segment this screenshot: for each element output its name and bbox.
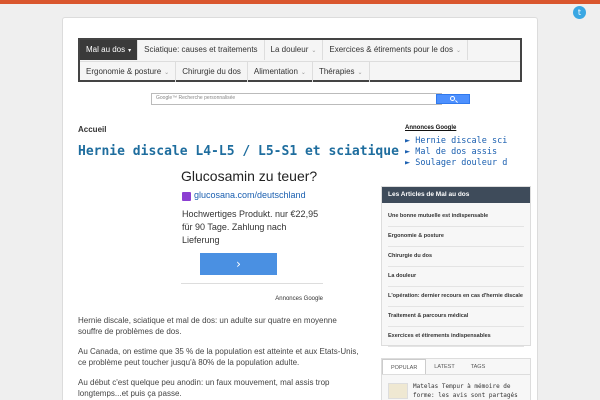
- ad-favicon-icon: [182, 192, 191, 201]
- ad-text: Hochwertiges Produkt. nur €22,95 für 90 …: [182, 209, 319, 245]
- top-accent-bar: [0, 0, 600, 4]
- search-placeholder: Google™ Recherche personnalisée: [156, 95, 236, 101]
- ad-link-label: Soulager douleur d: [415, 158, 508, 168]
- list-item[interactable]: Chirurgie du dos: [388, 247, 524, 267]
- page-container: Mal au dos ▾ Sciatique: causes et traitem…: [62, 17, 538, 400]
- ad-divider: [181, 283, 323, 284]
- arrow-right-icon: ►: [405, 147, 416, 157]
- posts-tabs-widget: POPULAR LATEST TAGS Matelas Tempur à mém…: [381, 358, 531, 400]
- breadcrumb[interactable]: Accueil: [78, 125, 106, 134]
- list-item[interactable]: Traitement & parcours médical: [388, 307, 524, 327]
- chevron-down-icon: ⌄: [456, 48, 462, 54]
- tab-latest[interactable]: LATEST: [426, 359, 462, 374]
- nav-item-label: Thérapies: [318, 67, 355, 76]
- nav-item-label: Sciatique: causes et traitements: [144, 45, 258, 54]
- nav-item-label: Exercices & étirements pour le dos: [329, 45, 453, 54]
- widget-list: Une bonne mutuelle est indispensable Erg…: [382, 203, 530, 351]
- nav-row-2: Ergonomie & posture ⌄ Chirurgie du dos Al…: [80, 61, 520, 82]
- ad-link[interactable]: ► Soulager douleur d: [405, 158, 535, 169]
- nav-item-label: La douleur: [270, 45, 309, 54]
- list-item[interactable]: La douleur: [388, 267, 524, 287]
- ad-links-heading[interactable]: Annonces Google: [405, 125, 535, 131]
- article-paragraph: Hernie discale, sciatique et mal de dos:…: [78, 316, 337, 336]
- nav-item-chirurgie[interactable]: Chirurgie du dos: [176, 62, 248, 82]
- ad-title[interactable]: Glucosamin zu teuer?: [181, 168, 317, 184]
- widget-title: Les Articles de Mal au dos: [382, 187, 530, 203]
- nav-item-sciatique[interactable]: Sciatique: causes et traitements: [138, 40, 265, 60]
- ad-link-label: Mal de dos assis: [415, 147, 498, 157]
- ad-link-label: Hernie discale sci: [415, 136, 508, 146]
- nav-item-label: Chirurgie du dos: [182, 67, 241, 76]
- sidebar-ad-links: Annonces Google ► Hernie discale sci ► M…: [405, 125, 535, 169]
- nav-item-ergonomie[interactable]: Ergonomie & posture ⌄: [80, 62, 177, 82]
- chevron-down-icon: ⌄: [357, 70, 363, 76]
- nav-item-label: Ergonomie & posture: [86, 67, 162, 76]
- ad-label[interactable]: Annonces Google: [275, 296, 323, 302]
- arrow-right-icon: ►: [405, 136, 416, 146]
- tab-tags[interactable]: TAGS: [463, 359, 494, 374]
- nav-item-mal-au-dos[interactable]: Mal au dos ▾: [80, 40, 139, 60]
- search-input[interactable]: Google™ Recherche personnalisée: [151, 93, 442, 105]
- articles-widget: Les Articles de Mal au dos Une bonne mut…: [381, 186, 531, 347]
- nav-item-label: Mal au dos: [86, 45, 126, 54]
- ad-block: Glucosamin zu teuer? glucosana.com/deuts…: [181, 168, 323, 306]
- post-thumbnail[interactable]: [388, 383, 408, 399]
- article-body: Hernie discale, sciatique et mal de dos:…: [78, 315, 361, 400]
- ad-button[interactable]: ›: [200, 253, 277, 275]
- article-paragraph: Au Canada, on estime que 35 % de la popu…: [78, 347, 359, 367]
- popular-post-link[interactable]: Matelas Tempur à mémoire de forme: les av…: [413, 382, 518, 400]
- ad-link[interactable]: ► Hernie discale sci: [405, 136, 535, 147]
- tab-content: Matelas Tempur à mémoire de forme: les av…: [382, 375, 530, 399]
- nav-item-alimentation[interactable]: Alimentation ⌄: [248, 62, 313, 82]
- nav-row-1: Mal au dos ▾ Sciatique: causes et traitem…: [80, 40, 469, 60]
- caret-down-icon: ▾: [128, 48, 132, 54]
- list-item[interactable]: Exercices et étirements indispensables: [388, 327, 524, 347]
- list-item[interactable]: Une bonne mutuelle est indispensable: [388, 207, 524, 227]
- ad-link[interactable]: ► Mal de dos assis: [405, 147, 535, 158]
- article-paragraph: Au début c'est quelque peu anodin: un fa…: [78, 378, 330, 398]
- chevron-down-icon: ⌄: [164, 70, 170, 76]
- tab-bar: POPULAR LATEST TAGS: [382, 359, 530, 375]
- nav-item-therapies[interactable]: Thérapies ⌄: [313, 62, 370, 82]
- main-nav: Mal au dos ▾ Sciatique: causes et traitem…: [78, 38, 522, 82]
- chevron-down-icon: ⌄: [311, 48, 317, 54]
- list-item[interactable]: L'opération: dernier recours en cas d'he…: [388, 287, 524, 307]
- chevron-down-icon: ⌄: [300, 70, 306, 76]
- nav-item-la-douleur[interactable]: La douleur ⌄: [265, 40, 324, 60]
- page-title: Hernie discale L4-L5 / L5-S1 et sciatiqu…: [78, 144, 399, 159]
- nav-item-label: Alimentation: [253, 67, 298, 76]
- tab-popular[interactable]: POPULAR: [382, 359, 427, 374]
- ad-url[interactable]: glucosana.com/deutschland: [194, 190, 306, 200]
- list-item[interactable]: Ergonomie & posture: [388, 227, 524, 247]
- arrow-right-icon: ►: [405, 158, 416, 168]
- search-icon: [450, 96, 455, 101]
- twitter-icon[interactable]: t: [573, 6, 586, 19]
- search-button[interactable]: [436, 94, 470, 104]
- nav-item-exercices[interactable]: Exercices & étirements pour le dos ⌄: [323, 40, 469, 60]
